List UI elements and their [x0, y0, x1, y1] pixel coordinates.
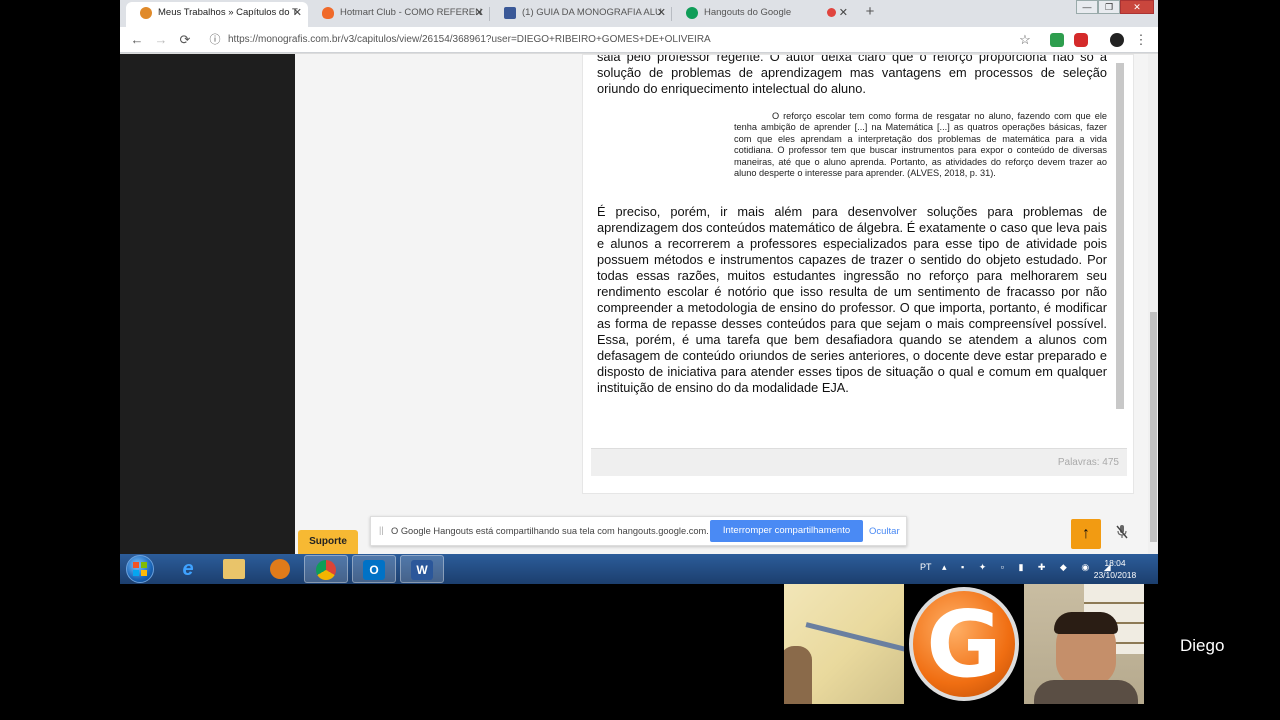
close-icon[interactable]: ✕	[839, 2, 848, 24]
chrome-icon	[316, 559, 336, 580]
forward-button[interactable]: →	[152, 31, 170, 49]
participant-video-diego[interactable]	[1024, 584, 1144, 704]
participant-video-1[interactable]	[784, 584, 904, 704]
language-indicator[interactable]: PT	[920, 562, 932, 572]
g-logo-icon: G	[909, 587, 1019, 701]
tab-guia-monografia[interactable]: (1) GUIA DA MONOGRAFIA ALU ✕	[490, 2, 672, 27]
share-message: O Google Hangouts está compartilhando su…	[391, 526, 709, 536]
maximize-button[interactable]: ❐	[1098, 0, 1120, 14]
paragraph-main: É preciso, porém, ir mais além para dese…	[597, 204, 1107, 395]
new-tab-button[interactable]: +	[860, 3, 880, 23]
clock-time: 18:04	[1104, 558, 1126, 568]
tab-strip: Meus Trabalhos » Capítulos do T ✕ Hotmar…	[120, 0, 1158, 27]
address-bar[interactable]: https://monografis.com.br/v3/capitulos/v…	[228, 31, 1028, 49]
facebook-icon	[504, 7, 516, 19]
word-taskbar-button[interactable]: W	[400, 555, 444, 583]
folder-icon	[223, 558, 245, 579]
editor-scroll-thumb[interactable]	[1116, 63, 1124, 409]
windows-taskbar: e O W PT ▴ ▪ ✦ ▫ ▮ ✚ ◆ ◉ ◢ 18:04 23/10/2…	[120, 554, 1158, 584]
scroll-top-button[interactable]: ↑	[1071, 519, 1101, 549]
shared-screen: Meus Trabalhos » Capítulos do T ✕ Hotmar…	[120, 0, 1158, 584]
explorer-taskbar-button[interactable]	[212, 555, 256, 583]
system-clock[interactable]: 18:04 23/10/2018	[1085, 557, 1145, 581]
close-window-button[interactable]: ✕	[1120, 0, 1154, 14]
clock-date: 23/10/2018	[1093, 570, 1137, 580]
media-player-taskbar-button[interactable]	[258, 555, 302, 583]
screen-share-notification: || O Google Hangouts está compartilhando…	[370, 516, 907, 546]
extension-icon[interactable]	[1050, 33, 1064, 47]
tab-title: Meus Trabalhos » Capítulos do T	[158, 7, 298, 18]
internet-explorer-taskbar-button[interactable]: e	[166, 555, 210, 583]
support-button[interactable]: Suporte	[298, 530, 358, 554]
windows-logo-icon	[133, 562, 147, 576]
outlook-icon: O	[363, 559, 385, 580]
block-quote: O reforço escolar tem como forma de resg…	[734, 111, 1107, 179]
close-icon[interactable]: ✕	[293, 2, 302, 24]
site-info-icon[interactable]: ⓘ	[206, 31, 224, 49]
tab-title: Hotmart Club - COMO REFEREN	[340, 7, 482, 18]
stop-sharing-button[interactable]: Interromper compartilhamento	[710, 520, 863, 542]
close-icon[interactable]: ✕	[657, 2, 666, 24]
word-count: Palavras: 475	[1057, 457, 1119, 468]
tab-meus-trabalhos[interactable]: Meus Trabalhos » Capítulos do T ✕	[126, 2, 308, 27]
hangouts-stage: Meus Trabalhos » Capítulos do T ✕ Hotmar…	[0, 0, 1280, 720]
youtube-extension-icon[interactable]	[1074, 33, 1088, 47]
drag-handle-icon[interactable]: ||	[379, 525, 384, 535]
middle-panel	[295, 54, 582, 554]
active-speaker-name: Diego	[1180, 636, 1225, 655]
tab-hotmart[interactable]: Hotmart Club - COMO REFEREN ✕	[308, 2, 490, 27]
paragraph-top: sala pelo professor regente. O autor dei…	[597, 55, 1107, 96]
back-button[interactable]: ←	[128, 31, 146, 49]
browser-toolbar: ← → ⟳ ⓘ https://monografis.com.br/v3/cap…	[120, 27, 1158, 53]
chapter-editor-card: sala pelo professor regente. O autor dei…	[582, 54, 1134, 494]
hide-button[interactable]: Ocultar	[869, 526, 900, 537]
tab-hangouts[interactable]: Hangouts do Google ✕	[672, 2, 854, 27]
web-page: sala pelo professor regente. O autor dei…	[120, 54, 1148, 554]
page-scroll-thumb[interactable]	[1150, 312, 1157, 542]
recording-icon	[827, 8, 836, 17]
participant-hair	[1054, 612, 1118, 634]
participant-logo-g[interactable]: G	[904, 584, 1024, 704]
text-editor[interactable]: sala pelo professor regente. O autor dei…	[591, 55, 1127, 448]
media-player-icon	[270, 558, 290, 579]
editor-status-bar: Palavras: 475	[591, 448, 1127, 476]
editor-scrollbar[interactable]	[1115, 55, 1125, 448]
internet-explorer-icon: e	[182, 557, 194, 580]
tab-title: Hangouts do Google	[704, 7, 792, 18]
mic-muted-icon[interactable]	[1113, 524, 1131, 542]
start-button[interactable]	[126, 555, 154, 583]
flame-icon	[322, 7, 334, 19]
chrome-taskbar-button[interactable]	[304, 555, 348, 583]
hangouts-icon	[686, 7, 698, 19]
word-icon: W	[411, 559, 433, 580]
mic-muted-svg	[1116, 525, 1128, 539]
gear-icon	[140, 7, 152, 19]
participant-figure	[784, 646, 812, 704]
tab-title: (1) GUIA DA MONOGRAFIA ALU	[522, 7, 662, 18]
reload-button[interactable]: ⟳	[176, 31, 194, 49]
menu-icon[interactable]: ⋮	[1134, 33, 1148, 47]
page-scrollbar[interactable]	[1148, 54, 1158, 554]
left-sidebar	[120, 54, 295, 554]
minimize-button[interactable]: —	[1076, 0, 1098, 14]
video-background-detail	[805, 622, 904, 661]
profile-avatar[interactable]	[1110, 33, 1124, 47]
close-icon[interactable]: ✕	[475, 2, 484, 24]
outlook-taskbar-button[interactable]: O	[352, 555, 396, 583]
bookmark-star-icon[interactable]: ☆	[1018, 33, 1032, 47]
participant-shirt	[1034, 680, 1138, 704]
